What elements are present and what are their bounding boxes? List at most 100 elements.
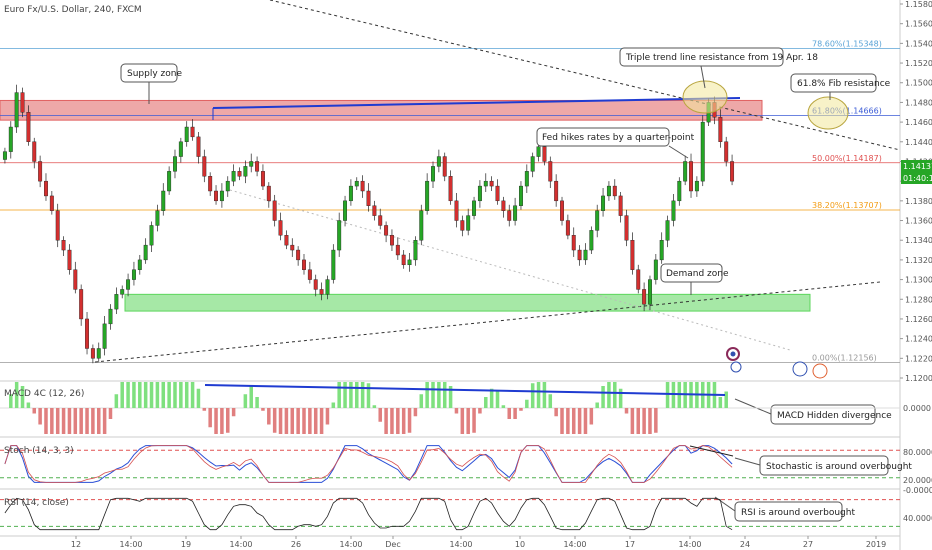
macd-bar	[44, 408, 48, 434]
macd-bar	[665, 382, 670, 408]
candle-body	[384, 225, 389, 236]
candle-body	[26, 112, 31, 142]
macd-bar	[343, 382, 347, 408]
macd-bar	[337, 382, 341, 408]
candle-body	[560, 200, 564, 221]
candle-body	[319, 289, 324, 295]
candle-body	[407, 259, 412, 266]
macd-bar	[173, 382, 177, 408]
macd-bar	[214, 408, 218, 434]
macd-bar	[624, 408, 629, 414]
macd-bar	[61, 408, 66, 434]
macd-bar	[284, 408, 289, 434]
price-tick-label: 1.15400	[905, 39, 932, 48]
chart[interactable]: Euro Fx/U.S. Dollar, 240, FXCM 78.60%(1.…	[0, 0, 932, 550]
candle-body	[14, 92, 19, 128]
macd-bar	[267, 408, 271, 425]
candle-body	[131, 269, 136, 280]
annotation-stochastic[interactable]: Stochastic is around overbought	[734, 455, 912, 476]
macd-bar	[636, 408, 641, 434]
macd-bar	[325, 408, 330, 425]
macd-bar	[372, 405, 377, 408]
candle-body	[102, 323, 107, 349]
macd-bar	[566, 408, 570, 434]
macd-bar	[513, 408, 517, 419]
fib-level-label: 38.20%(1.13707)	[812, 201, 882, 210]
candle-body	[431, 166, 435, 182]
candle-body	[108, 308, 113, 325]
candle-body	[495, 185, 500, 202]
macd-bar	[231, 408, 236, 417]
fib-level-label: 50.00%(1.14187)	[812, 154, 882, 163]
macd-bar	[366, 383, 371, 408]
rsi-axis-40: 40.0000	[903, 514, 932, 523]
candle-body	[648, 279, 652, 305]
macd-bar	[648, 408, 652, 434]
macd-bar	[55, 408, 60, 434]
price-tick-label: 1.15800	[905, 0, 932, 9]
fib-level-label: 0.00%(1.12156)	[812, 354, 877, 363]
price-tick-label: 1.15200	[905, 59, 932, 68]
macd-bar	[425, 382, 429, 408]
candle-body	[214, 190, 218, 202]
candle-body	[260, 171, 265, 187]
candle-body	[671, 200, 676, 221]
fib-highlight-circle	[807, 96, 849, 130]
macd-bar	[161, 382, 166, 408]
candle-body	[55, 210, 60, 241]
price-tick-label: 1.15000	[905, 79, 932, 88]
macd-bar	[484, 397, 488, 408]
candle-body	[137, 259, 142, 270]
countdown-label: 01:40:17	[903, 174, 932, 183]
candle-body	[589, 230, 594, 251]
time-tick-label: 24	[740, 540, 750, 549]
candle-body	[401, 254, 406, 266]
candle-body	[61, 240, 66, 251]
price-tick-label: 1.12000	[905, 374, 932, 383]
candle-body	[155, 210, 160, 226]
fib-level-label: 78.60%(1.15348)	[812, 39, 882, 48]
candle-body	[348, 185, 353, 202]
candle-body	[642, 289, 647, 305]
price-tick-label: 1.13400	[905, 236, 932, 245]
stochastic-axis-0: -0.0000	[903, 486, 932, 495]
candle-body	[337, 220, 342, 251]
candle-body	[565, 220, 570, 236]
candle-body	[143, 244, 148, 261]
macd-bar	[120, 382, 124, 408]
candle-body	[472, 200, 477, 216]
flag-icon[interactable]	[792, 361, 808, 377]
candle-body	[395, 244, 400, 256]
macd-bar	[407, 408, 412, 433]
candle-body	[460, 220, 465, 231]
candle-body	[524, 171, 529, 187]
price-tick-label: 1.13200	[905, 256, 932, 265]
candle-body	[49, 195, 54, 211]
macd-bar	[571, 408, 576, 434]
candle-body	[419, 210, 424, 241]
macd-bar	[296, 408, 300, 434]
candle-body	[683, 161, 688, 182]
candle-body	[38, 161, 43, 182]
macd-bar	[38, 408, 42, 425]
candle-body	[501, 200, 506, 211]
macd-title: MACD 4C (12, 26)	[4, 389, 84, 399]
candle-body	[290, 244, 295, 251]
chart-title: Euro Fx/U.S. Dollar, 240, FXCM	[4, 5, 142, 15]
price-tick-label: 1.13600	[905, 217, 932, 226]
candle-body	[507, 210, 512, 221]
macd-bar	[190, 382, 195, 408]
macd-bar	[132, 382, 136, 408]
flag-icon[interactable]	[730, 361, 742, 373]
price-tick-label: 1.12600	[905, 315, 932, 324]
time-tick-label: 14:00	[119, 540, 142, 549]
demand-zone	[124, 293, 811, 312]
time-tick-label: 14:00	[229, 540, 252, 549]
macd-bar	[50, 408, 54, 434]
time-tick-label: 10	[515, 540, 525, 549]
macd-bar	[472, 408, 476, 433]
macd-bar	[724, 391, 728, 408]
time-tick-label: 17	[625, 540, 635, 549]
svg-text:61.8% Fib resistance: 61.8% Fib resistance	[797, 79, 891, 89]
flag-icon[interactable]	[812, 363, 828, 379]
